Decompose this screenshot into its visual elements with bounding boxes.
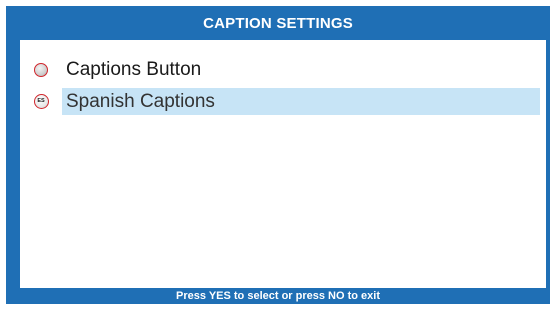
menu-item-spanish-captions[interactable]: ES Spanish Captions: [20, 88, 540, 115]
menu-item-label: Spanish Captions: [62, 88, 540, 115]
captions-circle-icon: [34, 62, 48, 77]
menu-list: Captions Button ES Spanish Captions: [20, 40, 546, 288]
footer-instructions: Press YES to select or press NO to exit: [176, 290, 380, 302]
dialog-title: CAPTION SETTINGS: [203, 14, 353, 32]
spanish-es-icon: ES: [33, 94, 49, 109]
menu-item-captions-button[interactable]: Captions Button: [20, 56, 540, 83]
caption-settings-dialog: CAPTION SETTINGS Captions Button ES Span…: [6, 6, 550, 304]
menu-item-label: Captions Button: [66, 58, 202, 80]
es-icon-text: ES: [37, 97, 45, 104]
